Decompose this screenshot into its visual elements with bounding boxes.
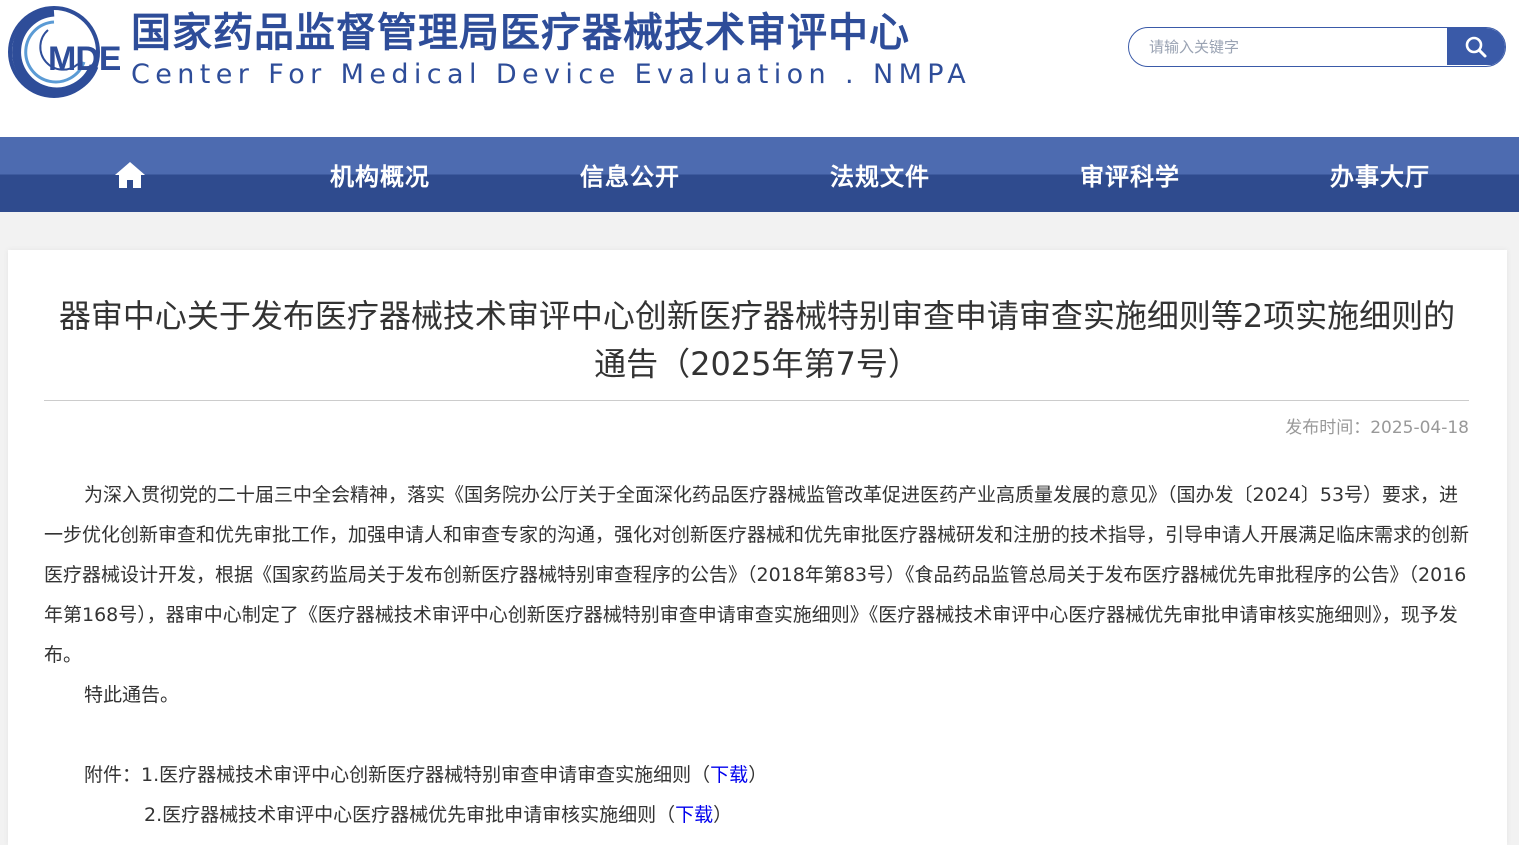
main-nav: 机构概况 信息公开 法规文件 审评科学 办事大厅 <box>0 137 1519 212</box>
site-header: MDE 国家药品监督管理局医疗器械技术审评中心 Center For Medic… <box>0 0 1519 137</box>
search-box <box>1128 27 1506 67</box>
nav-item-science[interactable]: 审评科学 <box>1000 137 1250 212</box>
paren-open: （ <box>691 764 711 786</box>
article-paragraph: 为深入贯彻党的二十届三中全会精神，落实《国务院办公厅关于全面深化药品医疗器械监管… <box>44 484 1470 666</box>
attachment-title: 2.医疗器械技术审评中心医疗器械优先审批申请审核实施细则 <box>144 804 657 826</box>
paren-open: （ <box>656 804 676 826</box>
nav-item-regulations[interactable]: 法规文件 <box>750 137 1000 212</box>
publish-time-label: 发布时间： <box>1285 418 1371 438</box>
download-link[interactable]: 下载 <box>675 804 713 826</box>
nav-item-services[interactable]: 办事大厅 <box>1250 137 1500 212</box>
article-card: 器审中心关于发布医疗器械技术审评中心创新医疗器械特别审查申请审查实施细则等2项实… <box>8 250 1507 845</box>
article-title: 器审中心关于发布医疗器械技术审评中心创新医疗器械特别审查申请审查实施细则等2项实… <box>58 297 1456 383</box>
attachment-item: 附件：1.医疗器械技术审评中心创新医疗器械特别审查申请审查实施细则（下载） <box>84 755 767 795</box>
publish-time: 发布时间：2025-04-18 <box>1285 413 1469 438</box>
title-divider <box>44 400 1469 401</box>
search-button[interactable] <box>1447 28 1505 65</box>
nav-item-about[interactable]: 机构概况 <box>250 137 500 212</box>
attachments: 附件：1.医疗器械技术审评中心创新医疗器械特别审查申请审查实施细则（下载） 2.… <box>84 755 767 835</box>
paren-close: ） <box>748 764 768 786</box>
nav-home[interactable] <box>0 137 250 212</box>
article-paragraph: 特此通告。 <box>84 684 180 706</box>
attachment-item: 2.医疗器械技术审评中心医疗器械优先审批申请审核实施细则（下载） <box>84 795 767 835</box>
nav-item-info[interactable]: 信息公开 <box>500 137 750 212</box>
logo-text: MDE <box>48 40 120 78</box>
search-icon <box>1465 36 1487 57</box>
home-icon <box>115 161 145 188</box>
download-link[interactable]: 下载 <box>710 764 748 786</box>
attachments-label: 附件： <box>84 764 142 786</box>
search-input[interactable] <box>1129 28 1447 65</box>
article-body: 为深入贯彻党的二十届三中全会精神，落实《国务院办公厅关于全面深化药品医疗器械监管… <box>44 475 1469 715</box>
publish-time-value: 2025-04-18 <box>1370 418 1469 438</box>
paren-close: ） <box>713 804 733 826</box>
site-title-cn: 国家药品监督管理局医疗器械技术审评中心 <box>131 9 910 56</box>
attachment-title: 1.医疗器械技术审评中心创新医疗器械特别审查申请审查实施细则 <box>141 764 692 786</box>
mde-logo[interactable]: MDE <box>8 4 120 100</box>
site-title-en: Center For Medical Device Evaluation . N… <box>131 59 972 90</box>
